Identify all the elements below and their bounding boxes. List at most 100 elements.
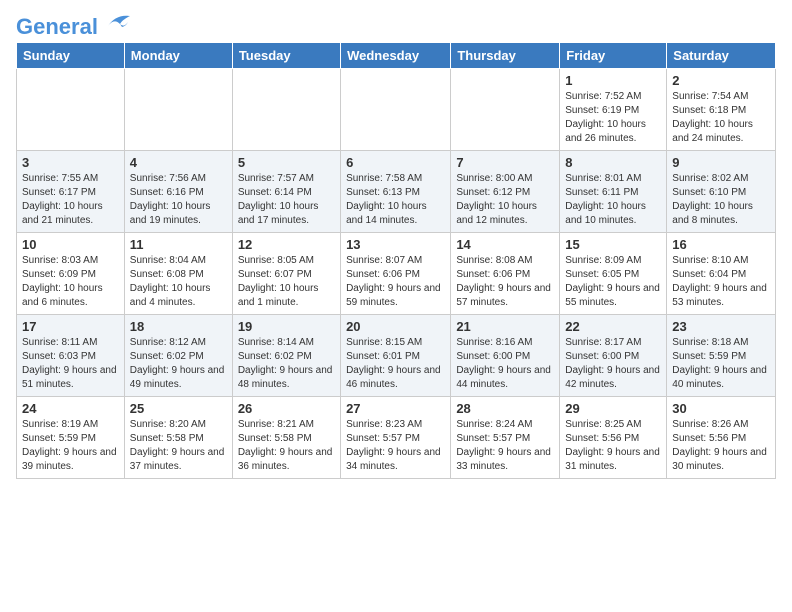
day-number: 26 [238,401,335,416]
cell-info: Sunrise: 7:57 AM Sunset: 6:14 PM Dayligh… [238,172,335,228]
day-number: 27 [346,401,445,416]
day-number: 14 [456,237,554,252]
calendar-cell: 5 Sunrise: 7:57 AM Sunset: 6:14 PM Daylig… [232,151,340,233]
calendar-cell: 14 Sunrise: 8:08 AM Sunset: 6:06 PM Dayli… [451,233,560,315]
day-number: 2 [672,73,770,88]
weekday-header-wednesday: Wednesday [341,43,451,69]
weekday-header-sunday: Sunday [17,43,125,69]
cell-info: Sunrise: 8:16 AM Sunset: 6:00 PM Dayligh… [456,336,554,392]
day-number: 20 [346,319,445,334]
calendar-cell: 21 Sunrise: 8:16 AM Sunset: 6:00 PM Dayli… [451,315,560,397]
calendar-cell: 30 Sunrise: 8:26 AM Sunset: 5:56 PM Dayli… [667,397,776,479]
cell-info: Sunrise: 7:55 AM Sunset: 6:17 PM Dayligh… [22,172,119,228]
calendar-cell: 26 Sunrise: 8:21 AM Sunset: 5:58 PM Dayli… [232,397,340,479]
day-number: 9 [672,155,770,170]
cell-info: Sunrise: 8:00 AM Sunset: 6:12 PM Dayligh… [456,172,554,228]
calendar-cell: 2 Sunrise: 7:54 AM Sunset: 6:18 PM Daylig… [667,69,776,151]
calendar-cell: 1 Sunrise: 7:52 AM Sunset: 6:19 PM Daylig… [560,69,667,151]
cell-info: Sunrise: 8:09 AM Sunset: 6:05 PM Dayligh… [565,254,661,310]
cell-info: Sunrise: 8:26 AM Sunset: 5:56 PM Dayligh… [672,418,770,474]
calendar-cell: 23 Sunrise: 8:18 AM Sunset: 5:59 PM Dayli… [667,315,776,397]
day-number: 4 [130,155,227,170]
cell-info: Sunrise: 8:05 AM Sunset: 6:07 PM Dayligh… [238,254,335,310]
calendar-cell [451,69,560,151]
calendar-cell: 19 Sunrise: 8:14 AM Sunset: 6:02 PM Dayli… [232,315,340,397]
calendar-cell: 16 Sunrise: 8:10 AM Sunset: 6:04 PM Dayli… [667,233,776,315]
cell-info: Sunrise: 8:12 AM Sunset: 6:02 PM Dayligh… [130,336,227,392]
day-number: 18 [130,319,227,334]
day-number: 23 [672,319,770,334]
cell-info: Sunrise: 8:14 AM Sunset: 6:02 PM Dayligh… [238,336,335,392]
calendar-cell: 20 Sunrise: 8:15 AM Sunset: 6:01 PM Dayli… [341,315,451,397]
day-number: 25 [130,401,227,416]
cell-info: Sunrise: 7:58 AM Sunset: 6:13 PM Dayligh… [346,172,445,228]
cell-info: Sunrise: 8:18 AM Sunset: 5:59 PM Dayligh… [672,336,770,392]
weekday-header-thursday: Thursday [451,43,560,69]
day-number: 22 [565,319,661,334]
day-number: 30 [672,401,770,416]
calendar-cell: 8 Sunrise: 8:01 AM Sunset: 6:11 PM Daylig… [560,151,667,233]
cell-info: Sunrise: 7:54 AM Sunset: 6:18 PM Dayligh… [672,90,770,146]
day-number: 6 [346,155,445,170]
calendar-cell: 3 Sunrise: 7:55 AM Sunset: 6:17 PM Daylig… [17,151,125,233]
cell-info: Sunrise: 8:19 AM Sunset: 5:59 PM Dayligh… [22,418,119,474]
cell-info: Sunrise: 8:21 AM Sunset: 5:58 PM Dayligh… [238,418,335,474]
day-number: 1 [565,73,661,88]
weekday-header-tuesday: Tuesday [232,43,340,69]
day-number: 29 [565,401,661,416]
day-number: 7 [456,155,554,170]
calendar-cell: 13Sunrise: 8:07 AM Sunset: 6:06 PM Dayli… [341,233,451,315]
cell-info: Sunrise: 8:01 AM Sunset: 6:11 PM Dayligh… [565,172,661,228]
day-number: 3 [22,155,119,170]
weekday-header-monday: Monday [124,43,232,69]
cell-info: Sunrise: 8:20 AM Sunset: 5:58 PM Dayligh… [130,418,227,474]
calendar-cell: 7 Sunrise: 8:00 AM Sunset: 6:12 PM Daylig… [451,151,560,233]
day-number: 8 [565,155,661,170]
calendar-cell: 22 Sunrise: 8:17 AM Sunset: 6:00 PM Dayli… [560,315,667,397]
calendar-cell: 18 Sunrise: 8:12 AM Sunset: 6:02 PM Dayli… [124,315,232,397]
calendar-cell: 24 Sunrise: 8:19 AM Sunset: 5:59 PM Dayli… [17,397,125,479]
calendar-cell [232,69,340,151]
bird-icon [100,12,132,34]
cell-info: Sunrise: 8:04 AM Sunset: 6:08 PM Dayligh… [130,254,227,310]
cell-info: Sunrise: 8:24 AM Sunset: 5:57 PM Dayligh… [456,418,554,474]
day-number: 5 [238,155,335,170]
day-number: 12 [238,237,335,252]
weekday-header-friday: Friday [560,43,667,69]
day-number: 11 [130,237,227,252]
calendar-cell [124,69,232,151]
day-number: 10 [22,237,119,252]
day-number: 24 [22,401,119,416]
calendar-cell: 9 Sunrise: 8:02 AM Sunset: 6:10 PM Daylig… [667,151,776,233]
cell-info: Sunrise: 8:08 AM Sunset: 6:06 PM Dayligh… [456,254,554,310]
day-number: 21 [456,319,554,334]
calendar-cell: 10Sunrise: 8:03 AM Sunset: 6:09 PM Dayli… [17,233,125,315]
calendar-table: SundayMondayTuesdayWednesdayThursdayFrid… [16,42,776,479]
cell-info: Sunrise: 8:10 AM Sunset: 6:04 PM Dayligh… [672,254,770,310]
page-header: General [16,16,776,34]
calendar-cell: 29 Sunrise: 8:25 AM Sunset: 5:56 PM Dayli… [560,397,667,479]
cell-info: Sunrise: 8:25 AM Sunset: 5:56 PM Dayligh… [565,418,661,474]
day-number: 28 [456,401,554,416]
cell-info: Sunrise: 8:23 AM Sunset: 5:57 PM Dayligh… [346,418,445,474]
calendar-cell: 15Sunrise: 8:09 AM Sunset: 6:05 PM Dayli… [560,233,667,315]
calendar-cell: 17 Sunrise: 8:11 AM Sunset: 6:03 PM Dayli… [17,315,125,397]
day-number: 16 [672,237,770,252]
calendar-cell: 25 Sunrise: 8:20 AM Sunset: 5:58 PM Dayli… [124,397,232,479]
cell-info: Sunrise: 7:56 AM Sunset: 6:16 PM Dayligh… [130,172,227,228]
cell-info: Sunrise: 8:17 AM Sunset: 6:00 PM Dayligh… [565,336,661,392]
cell-info: Sunrise: 8:15 AM Sunset: 6:01 PM Dayligh… [346,336,445,392]
logo: General [16,16,132,34]
day-number: 13 [346,237,445,252]
day-number: 19 [238,319,335,334]
calendar-cell [341,69,451,151]
cell-info: Sunrise: 7:52 AM Sunset: 6:19 PM Dayligh… [565,90,661,146]
calendar-cell: 6 Sunrise: 7:58 AM Sunset: 6:13 PM Daylig… [341,151,451,233]
weekday-header-saturday: Saturday [667,43,776,69]
calendar-cell: 28 Sunrise: 8:24 AM Sunset: 5:57 PM Dayli… [451,397,560,479]
cell-info: Sunrise: 8:11 AM Sunset: 6:03 PM Dayligh… [22,336,119,392]
day-number: 17 [22,319,119,334]
calendar-cell: 4 Sunrise: 7:56 AM Sunset: 6:16 PM Daylig… [124,151,232,233]
cell-info: Sunrise: 8:02 AM Sunset: 6:10 PM Dayligh… [672,172,770,228]
calendar-cell: 11 Sunrise: 8:04 AM Sunset: 6:08 PM Dayli… [124,233,232,315]
